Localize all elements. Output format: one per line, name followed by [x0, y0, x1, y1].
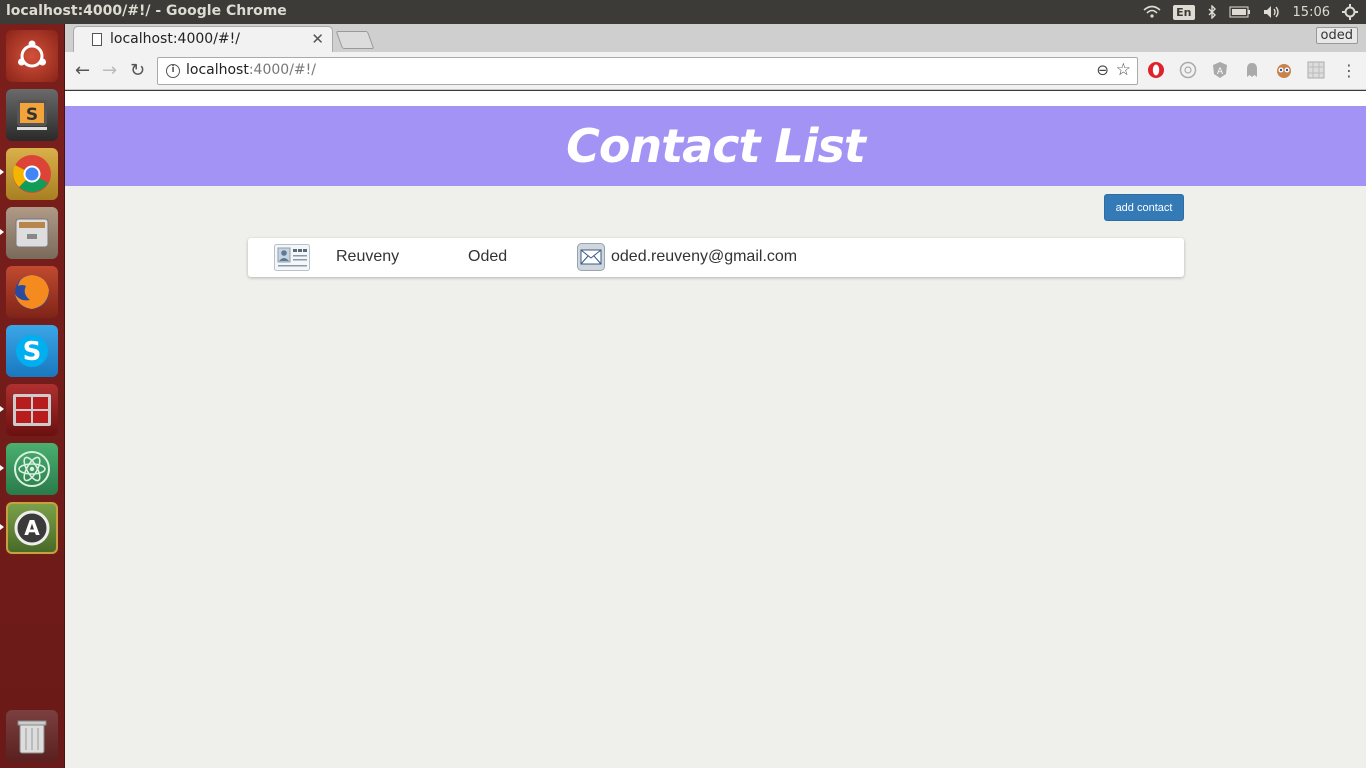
contact-last-name: Reuveny [336, 248, 400, 265]
contact-row[interactable]: Reuveny Oded oded.reuveny@gmail.com [248, 238, 1184, 277]
svg-text:A: A [1217, 67, 1224, 77]
tab-strip: localhost:4000/#!/ ✕ oded [65, 24, 1366, 52]
svg-text:S: S [26, 105, 38, 125]
web-page: Contact List add contact Reuveny Oded od… [65, 91, 1366, 768]
new-tab-button[interactable] [335, 31, 375, 49]
contact-card-icon [274, 244, 310, 271]
wifi-icon[interactable] [1143, 5, 1161, 19]
software-updater-icon[interactable]: A [6, 502, 58, 554]
bookmark-star-icon[interactable]: ☆ [1116, 60, 1131, 80]
browser-toolbar: ← → ↻ i localhost:4000/#!/ ⊖ ☆ A ⋮ [65, 52, 1366, 90]
add-contact-button[interactable]: add contact [1104, 194, 1184, 221]
angular-extension-icon[interactable]: A [1211, 61, 1229, 79]
grid-extension-icon[interactable] [1307, 61, 1325, 79]
page-title: Contact List [566, 119, 866, 173]
clock[interactable]: 15:06 [1293, 5, 1330, 20]
svg-text:A: A [24, 516, 40, 540]
close-tab-icon[interactable]: ✕ [311, 30, 324, 48]
unity-launcher: S S A [0, 24, 65, 768]
firefox-icon[interactable] [6, 266, 58, 318]
window-title: localhost:4000/#!/ - Google Chrome [6, 3, 287, 19]
profile-button[interactable]: oded [1315, 27, 1358, 44]
system-top-bar: localhost:4000/#!/ - Google Chrome En 15… [0, 0, 1366, 24]
reload-icon[interactable]: ↻ [130, 60, 145, 81]
menu-dots-icon[interactable]: ⋮ [1341, 61, 1357, 80]
sublime-text-icon[interactable]: S [6, 89, 58, 141]
ubuntu-dash-icon[interactable] [6, 30, 58, 82]
power-gear-icon[interactable] [1342, 4, 1358, 20]
extension-circle-icon[interactable] [1179, 61, 1197, 79]
bluetooth-icon[interactable] [1207, 5, 1217, 19]
trash-icon[interactable] [6, 710, 58, 762]
ghost-extension-icon[interactable] [1243, 61, 1261, 79]
back-arrow-icon[interactable]: ← [75, 60, 90, 81]
svg-text:S: S [23, 337, 42, 367]
volume-icon[interactable] [1263, 5, 1281, 19]
opera-extension-icon[interactable] [1147, 61, 1165, 79]
contact-first-name: Oded [468, 248, 508, 265]
owl-extension-icon[interactable] [1275, 61, 1293, 79]
atom-icon[interactable] [6, 443, 58, 495]
mail-icon [577, 243, 605, 271]
page-top-gap [65, 91, 1366, 106]
app-header: Contact List [65, 106, 1366, 186]
chrome-icon[interactable] [6, 148, 58, 200]
forward-arrow-icon[interactable]: → [102, 60, 117, 81]
system-tray: En 15:06 [1143, 0, 1358, 24]
contact-email[interactable]: oded.reuveny@gmail.com [611, 248, 797, 266]
address-url[interactable]: localhost:4000/#!/ [186, 62, 316, 78]
files-icon[interactable] [6, 207, 58, 259]
tab-title: localhost:4000/#!/ [110, 31, 240, 47]
battery-icon[interactable] [1229, 6, 1251, 18]
address-bar[interactable]: i localhost:4000/#!/ ⊖ ☆ [157, 57, 1138, 85]
zoom-icon[interactable]: ⊖ [1096, 61, 1109, 79]
skype-icon[interactable]: S [6, 325, 58, 377]
terminal-icon[interactable] [6, 384, 58, 436]
tab-localhost[interactable]: localhost:4000/#!/ ✕ [73, 26, 333, 52]
page-icon [92, 33, 102, 46]
info-icon[interactable]: i [166, 64, 180, 78]
keyboard-layout-indicator[interactable]: En [1173, 4, 1195, 20]
